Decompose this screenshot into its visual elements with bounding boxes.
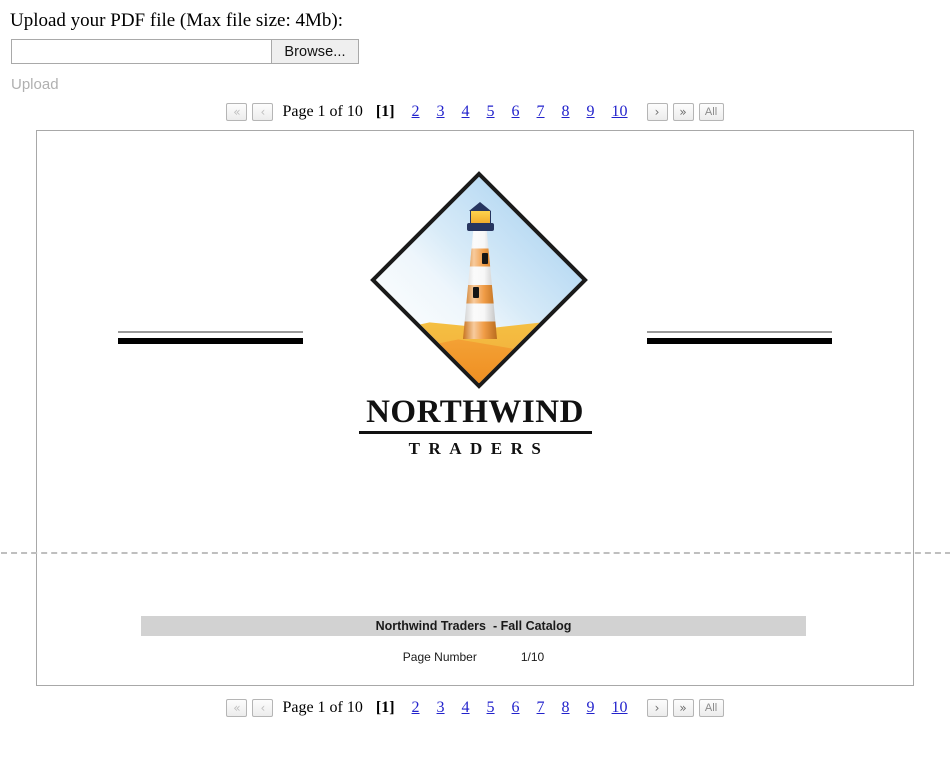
brand-name: Northwind <box>366 381 584 433</box>
page-number-row: Page Number 1/10 <box>141 650 806 664</box>
page-link-3-bottom[interactable]: 3 <box>437 699 445 717</box>
page-number-label: Page Number <box>402 650 477 664</box>
prev-page-button[interactable]: ‹ <box>252 103 274 121</box>
page-link-2-bottom[interactable]: 2 <box>412 699 420 717</box>
page-link-10-bottom[interactable]: 10 <box>612 699 628 717</box>
catalog-header-text: Northwind Traders - Fall Catalog <box>375 619 572 633</box>
page-link-6-bottom[interactable]: 6 <box>512 699 520 717</box>
page-link-8-bottom[interactable]: 8 <box>562 699 570 717</box>
prev-page-button-bottom[interactable]: ‹ <box>252 699 274 717</box>
lighthouse-icon <box>370 171 588 389</box>
pdf-page-2: Northwind Traders - Fall Catalog Page Nu… <box>37 553 913 685</box>
catalog-header-band: Northwind Traders - Fall Catalog <box>141 616 806 636</box>
rule-left <box>118 331 303 344</box>
northwind-logo: Northwind TRADERS <box>325 171 625 459</box>
page-link-6[interactable]: 6 <box>512 103 520 121</box>
pagination-top: « ‹ Page 1 of 10 [1] 2 3 4 5 6 7 8 9 10 … <box>0 103 950 121</box>
browse-button[interactable]: Browse... <box>271 39 359 64</box>
page-link-3[interactable]: 3 <box>437 103 445 121</box>
page-link-9-bottom[interactable]: 9 <box>587 699 595 717</box>
last-page-button-bottom[interactable]: » <box>672 699 694 717</box>
upload-label: Upload your PDF file (Max file size: 4Mb… <box>10 10 343 31</box>
page-number-value: 1/10 <box>520 650 545 664</box>
next-page-button[interactable]: › <box>646 103 668 121</box>
upload-button[interactable]: Upload <box>11 76 59 93</box>
first-page-button[interactable]: « <box>226 103 248 121</box>
brand-wordmark: Northwind TRADERS <box>358 381 592 459</box>
page-link-current: [1] <box>375 103 395 120</box>
page-link-5-bottom[interactable]: 5 <box>487 699 495 717</box>
page-link-4[interactable]: 4 <box>462 103 470 121</box>
page-link-2[interactable]: 2 <box>412 103 420 121</box>
page-link-current-bottom: [1] <box>375 699 395 716</box>
file-path-input[interactable] <box>11 39 271 64</box>
brand-subtitle: TRADERS <box>408 439 550 459</box>
page-link-5[interactable]: 5 <box>487 103 495 121</box>
file-upload-row: Browse... <box>11 39 359 64</box>
first-page-button-bottom[interactable]: « <box>226 699 248 717</box>
rule-right <box>647 331 832 344</box>
page-link-10[interactable]: 10 <box>612 103 628 121</box>
page-link-7[interactable]: 7 <box>537 103 545 121</box>
page-link-8[interactable]: 8 <box>562 103 570 121</box>
brand-underline <box>358 431 592 435</box>
page-indicator: Page 1 of 10 <box>282 103 363 120</box>
page-link-9[interactable]: 9 <box>587 103 595 121</box>
pagination-bottom: « ‹ Page 1 of 10 [1] 2 3 4 5 6 7 8 9 10 … <box>0 699 950 717</box>
page-indicator-bottom: Page 1 of 10 <box>282 699 363 716</box>
logo-block: Northwind TRADERS <box>37 171 913 459</box>
page-link-7-bottom[interactable]: 7 <box>537 699 545 717</box>
pdf-page-1: Northwind TRADERS <box>37 131 913 551</box>
next-page-button-bottom[interactable]: › <box>646 699 668 717</box>
all-pages-button-bottom[interactable]: All <box>698 699 724 717</box>
all-pages-button[interactable]: All <box>698 103 724 121</box>
page-link-4-bottom[interactable]: 4 <box>462 699 470 717</box>
pdf-viewer[interactable]: Northwind TRADERS Northwind Traders - Fa… <box>1 130 950 686</box>
last-page-button[interactable]: » <box>672 103 694 121</box>
